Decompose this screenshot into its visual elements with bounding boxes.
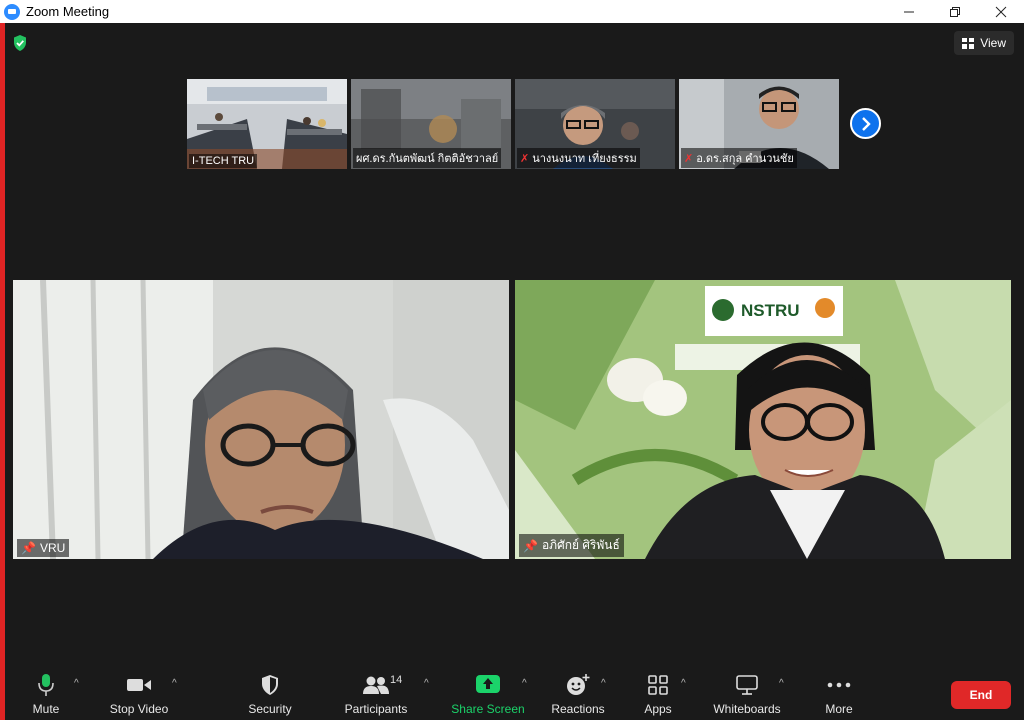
restore-icon	[950, 6, 960, 17]
meeting-toolbar: Mute ^ Stop Video ^ Security Participant…	[5, 662, 1024, 720]
whiteboards-label: Whiteboards	[713, 702, 781, 716]
thumbnail-name-label: ผศ.ดร.กันตพัฒน์ กิตติอัชวาลย์	[353, 148, 502, 168]
participant-thumbnail[interactable]: ผศ.ดร.กันตพัฒน์ กิตติอัชวาลย์	[351, 79, 511, 169]
stop-video-button[interactable]: Stop Video	[105, 662, 173, 720]
participant-name: อ.ดร.สกุล คำนวนชัย	[696, 153, 794, 165]
zoom-meeting-window: Zoom Meeting View I-TECH TRU ผศ.ดร.กันตพ…	[0, 0, 1024, 720]
tile-name-label: 📌 อภิศักย์ ศิริพันธ์	[519, 534, 624, 557]
participant-name: I-TECH TRU	[192, 155, 255, 167]
share-screen-button[interactable]: Share Screen	[451, 662, 525, 720]
muted-mic-icon: ✗	[684, 152, 694, 165]
security-label: Security	[248, 702, 292, 716]
view-button-label: View	[980, 36, 1006, 50]
window-controls	[886, 0, 1024, 23]
muted-mic-icon: ✗	[520, 152, 530, 165]
mute-options-caret[interactable]: ^	[74, 678, 79, 689]
more-dots-icon	[827, 682, 851, 688]
more-button[interactable]: More	[819, 662, 859, 720]
participants-options-caret[interactable]: ^	[424, 678, 429, 689]
reactions-options-caret[interactable]: ^	[601, 678, 606, 689]
video-options-caret[interactable]: ^	[172, 678, 177, 689]
participants-label: Participants	[344, 702, 408, 716]
main-video-tile-left[interactable]: 📌 VRU	[13, 280, 509, 559]
participant-thumbnail-strip: I-TECH TRU ผศ.ดร.กันตพัฒน์ กิตติอัชวาลย์	[187, 79, 839, 169]
apps-options-caret[interactable]: ^	[681, 678, 686, 689]
thumbnail-name-label: ✗ อ.ดร.สกุล คำนวนชัย	[681, 148, 797, 168]
participant-video	[13, 280, 509, 559]
participant-name: ผศ.ดร.กันตพัฒน์ กิตติอัชวาลย์	[356, 153, 499, 165]
window-title: Zoom Meeting	[26, 4, 110, 19]
shield-icon	[262, 675, 278, 695]
banner-logo-text: NSTRU	[741, 301, 800, 320]
title-bar: Zoom Meeting	[0, 0, 1024, 23]
reactions-label: Reactions	[551, 702, 605, 716]
share-screen-icon	[476, 675, 500, 693]
stop-video-label: Stop Video	[109, 702, 169, 716]
participant-name: อภิศักย์ ศิริพันธ์	[541, 538, 620, 552]
emoji-plus-icon	[567, 674, 590, 695]
participants-count: 14	[390, 674, 403, 686]
window-edge-highlight	[0, 0, 5, 720]
zoom-app-icon	[4, 3, 20, 20]
tile-name-label: 📌 VRU	[17, 539, 70, 557]
grid-view-icon	[962, 37, 975, 49]
participant-video: NSTRU	[515, 280, 1011, 559]
chevron-right-icon	[861, 116, 871, 131]
thumbnail-name-label: ✗ นางนงนาท เที่ยงธรรม	[517, 148, 640, 168]
mute-label: Mute	[32, 702, 60, 716]
whiteboards-options-caret[interactable]: ^	[779, 678, 784, 689]
apps-button[interactable]: Apps	[639, 662, 677, 720]
maximize-button[interactable]	[932, 0, 978, 23]
participant-name: VRU	[39, 541, 66, 555]
main-video-tile-right[interactable]: NSTRU 📌 อภิศักย์ ศิริพันธ์	[515, 280, 1011, 559]
participant-thumbnail[interactable]: ✗ นางนงนาท เที่ยงธรรม	[515, 79, 675, 169]
whiteboard-icon	[736, 675, 758, 695]
end-meeting-button[interactable]: End	[951, 681, 1011, 709]
minimize-icon	[904, 11, 914, 12]
security-button[interactable]: Security	[245, 662, 295, 720]
participant-thumbnail[interactable]: I-TECH TRU	[187, 79, 347, 169]
minimize-button[interactable]	[886, 0, 932, 23]
pin-icon: 📌	[523, 538, 538, 553]
reactions-button[interactable]: Reactions	[549, 662, 607, 720]
participants-icon	[363, 676, 389, 694]
apps-label: Apps	[644, 702, 672, 716]
participants-button[interactable]: Participants	[341, 662, 411, 720]
next-page-button[interactable]	[850, 108, 881, 139]
pin-icon: 📌	[21, 541, 36, 555]
view-button[interactable]: View	[954, 31, 1014, 55]
encryption-shield-icon[interactable]	[12, 34, 28, 52]
close-icon	[995, 6, 1007, 17]
thumbnail-name-label: I-TECH TRU	[189, 154, 258, 168]
close-button[interactable]	[978, 0, 1024, 23]
participant-thumbnail[interactable]: ✗ อ.ดร.สกุล คำนวนชัย	[679, 79, 839, 169]
apps-icon	[648, 675, 668, 695]
more-label: More	[825, 702, 853, 716]
participant-name: นางนงนาท เที่ยงธรรม	[532, 153, 637, 165]
whiteboards-button[interactable]: Whiteboards	[710, 662, 784, 720]
microphone-icon	[38, 674, 54, 696]
share-options-caret[interactable]: ^	[522, 678, 527, 689]
share-screen-label: Share Screen	[451, 702, 525, 716]
video-camera-icon	[127, 679, 151, 691]
mute-button[interactable]: Mute	[27, 662, 65, 720]
